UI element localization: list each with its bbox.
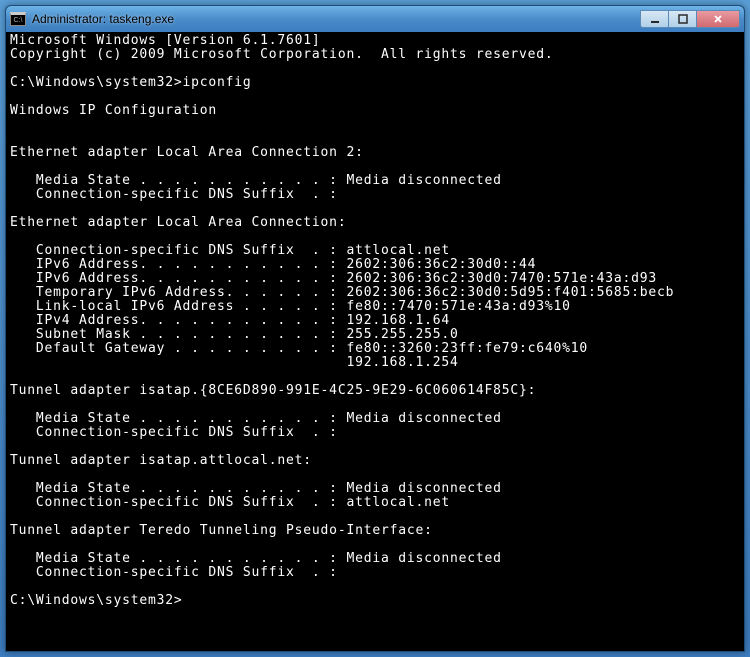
console-line: Subnet Mask . . . . . . . . . . . : 255.… xyxy=(10,328,740,342)
console-line: Media State . . . . . . . . . . . : Medi… xyxy=(10,412,740,426)
console-line xyxy=(10,90,740,104)
console-line: Copyright (c) 2009 Microsoft Corporation… xyxy=(10,48,740,62)
console-line: Connection-specific DNS Suffix . : xyxy=(10,566,740,580)
console-line xyxy=(10,468,740,482)
console-window: C:\ Administrator: taskeng.exe Microsoft… xyxy=(5,5,745,652)
titlebar[interactable]: C:\ Administrator: taskeng.exe xyxy=(6,6,744,32)
console-line xyxy=(10,370,740,384)
console-line xyxy=(10,510,740,524)
console-line xyxy=(10,132,740,146)
console-line: IPv6 Address. . . . . . . . . . . : 2602… xyxy=(10,272,740,286)
console-line xyxy=(10,118,740,132)
console-line: Ethernet adapter Local Area Connection 2… xyxy=(10,146,740,160)
console-line: Temporary IPv6 Address. . . . . . : 2602… xyxy=(10,286,740,300)
console-line: Media State . . . . . . . . . . . : Medi… xyxy=(10,174,740,188)
console-line: Connection-specific DNS Suffix . : attlo… xyxy=(10,496,740,510)
console-line xyxy=(10,62,740,76)
console-line: IPv4 Address. . . . . . . . . . . : 192.… xyxy=(10,314,740,328)
console-line: C:\Windows\system32> xyxy=(10,594,740,608)
minimize-button[interactable] xyxy=(640,10,668,28)
window-title: Administrator: taskeng.exe xyxy=(32,12,640,26)
console-output[interactable]: Microsoft Windows [Version 6.1.7601]Copy… xyxy=(6,32,744,651)
maximize-button[interactable] xyxy=(668,10,696,28)
window-controls xyxy=(640,10,740,28)
console-line xyxy=(10,398,740,412)
console-line: Tunnel adapter Teredo Tunneling Pseudo-I… xyxy=(10,524,740,538)
console-line: Link-local IPv6 Address . . . . . : fe80… xyxy=(10,300,740,314)
console-line: Connection-specific DNS Suffix . : attlo… xyxy=(10,244,740,258)
console-line: Connection-specific DNS Suffix . : xyxy=(10,188,740,202)
console-line: 192.168.1.254 xyxy=(10,356,740,370)
cmd-icon: C:\ xyxy=(10,12,26,26)
console-line: Ethernet adapter Local Area Connection: xyxy=(10,216,740,230)
console-line xyxy=(10,202,740,216)
console-line: Media State . . . . . . . . . . . : Medi… xyxy=(10,552,740,566)
console-line xyxy=(10,440,740,454)
console-line: Microsoft Windows [Version 6.1.7601] xyxy=(10,34,740,48)
console-line: Tunnel adapter isatap.attlocal.net: xyxy=(10,454,740,468)
console-line xyxy=(10,160,740,174)
console-line: Media State . . . . . . . . . . . : Medi… xyxy=(10,482,740,496)
console-line: Windows IP Configuration xyxy=(10,104,740,118)
console-line: Tunnel adapter isatap.{8CE6D890-991E-4C2… xyxy=(10,384,740,398)
console-line xyxy=(10,538,740,552)
console-line xyxy=(10,230,740,244)
close-button[interactable] xyxy=(696,10,740,28)
console-line xyxy=(10,580,740,594)
console-line: Connection-specific DNS Suffix . : xyxy=(10,426,740,440)
console-line: C:\Windows\system32>ipconfig xyxy=(10,76,740,90)
console-line: IPv6 Address. . . . . . . . . . . : 2602… xyxy=(10,258,740,272)
console-line: Default Gateway . . . . . . . . . : fe80… xyxy=(10,342,740,356)
